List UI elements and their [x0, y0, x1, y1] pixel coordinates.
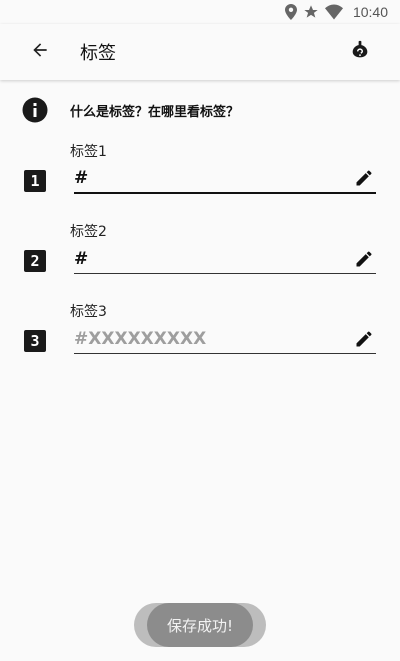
location-icon — [284, 4, 297, 20]
tag-label: 标签2 — [70, 224, 107, 240]
tag-label: 标签3 — [70, 304, 107, 320]
number-badge-1: 1 — [24, 170, 46, 192]
tag-block-1: 标签1 1 — [0, 141, 400, 211]
status-time: 10:40 — [352, 4, 388, 20]
info-icon — [22, 97, 48, 123]
back-button[interactable] — [24, 24, 56, 80]
edit-icon[interactable] — [352, 327, 376, 351]
tag-block-3: 标签3 3 — [0, 301, 400, 371]
app-bar: 标签 — [0, 24, 400, 80]
tag-label: 标签1 — [70, 144, 107, 160]
help-icon — [349, 39, 371, 65]
help-button[interactable] — [336, 28, 384, 76]
tag-input-2[interactable] — [74, 244, 352, 273]
tag-field-1 — [74, 164, 376, 194]
number-badge-2: 2 — [24, 250, 46, 272]
tag-field-2 — [74, 244, 376, 274]
status-bar: 10:40 — [0, 0, 400, 24]
edit-icon[interactable] — [352, 247, 376, 271]
tag-input-3[interactable] — [74, 324, 352, 353]
star-icon — [303, 4, 319, 20]
number-badge-3: 3 — [24, 330, 46, 352]
toast: 保存成功! — [134, 603, 266, 647]
tag-block-2: 标签2 2 — [0, 221, 400, 291]
edit-icon[interactable] — [352, 166, 376, 190]
tag-field-3 — [74, 324, 376, 354]
toast-message: 保存成功! — [147, 603, 253, 647]
wifi-icon — [324, 4, 343, 20]
page-title: 标签 — [80, 43, 116, 64]
arrow-back-icon — [30, 40, 50, 64]
info-row[interactable]: 什么是标签？在哪里看标签？ — [22, 96, 384, 124]
tag-input-1[interactable] — [74, 164, 352, 192]
info-link[interactable]: 什么是标签？在哪里看标签？ — [70, 101, 239, 120]
